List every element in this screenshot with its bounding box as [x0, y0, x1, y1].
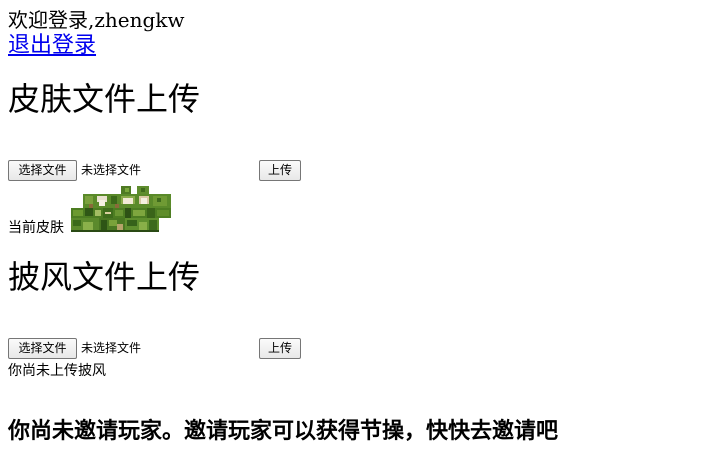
logout-link[interactable]: 退出登录	[8, 33, 96, 59]
skin-upload-title: 皮肤文件上传	[8, 80, 201, 118]
current-skin-label: 当前皮肤	[8, 220, 64, 236]
skin-texture-image	[71, 186, 171, 232]
cape-upload-button[interactable]: 上传	[259, 338, 301, 359]
cape-no-file-text: 未选择文件	[81, 341, 142, 355]
cape-status-text: 你尚未上传披风	[8, 363, 106, 379]
current-skin: 当前皮肤	[8, 186, 208, 236]
welcome-text: 欢迎登录,zhengkw	[8, 8, 185, 32]
cape-upload-title: 披风文件上传	[8, 258, 201, 296]
skin-choose-file-button[interactable]: 选择文件	[8, 160, 77, 181]
invite-message: 你尚未邀请玩家。邀请玩家可以获得节操，快快去邀请吧	[8, 418, 559, 444]
cape-choose-file-button[interactable]: 选择文件	[8, 338, 77, 359]
skin-upload-button[interactable]: 上传	[259, 160, 301, 181]
skin-no-file-text: 未选择文件	[81, 163, 142, 177]
